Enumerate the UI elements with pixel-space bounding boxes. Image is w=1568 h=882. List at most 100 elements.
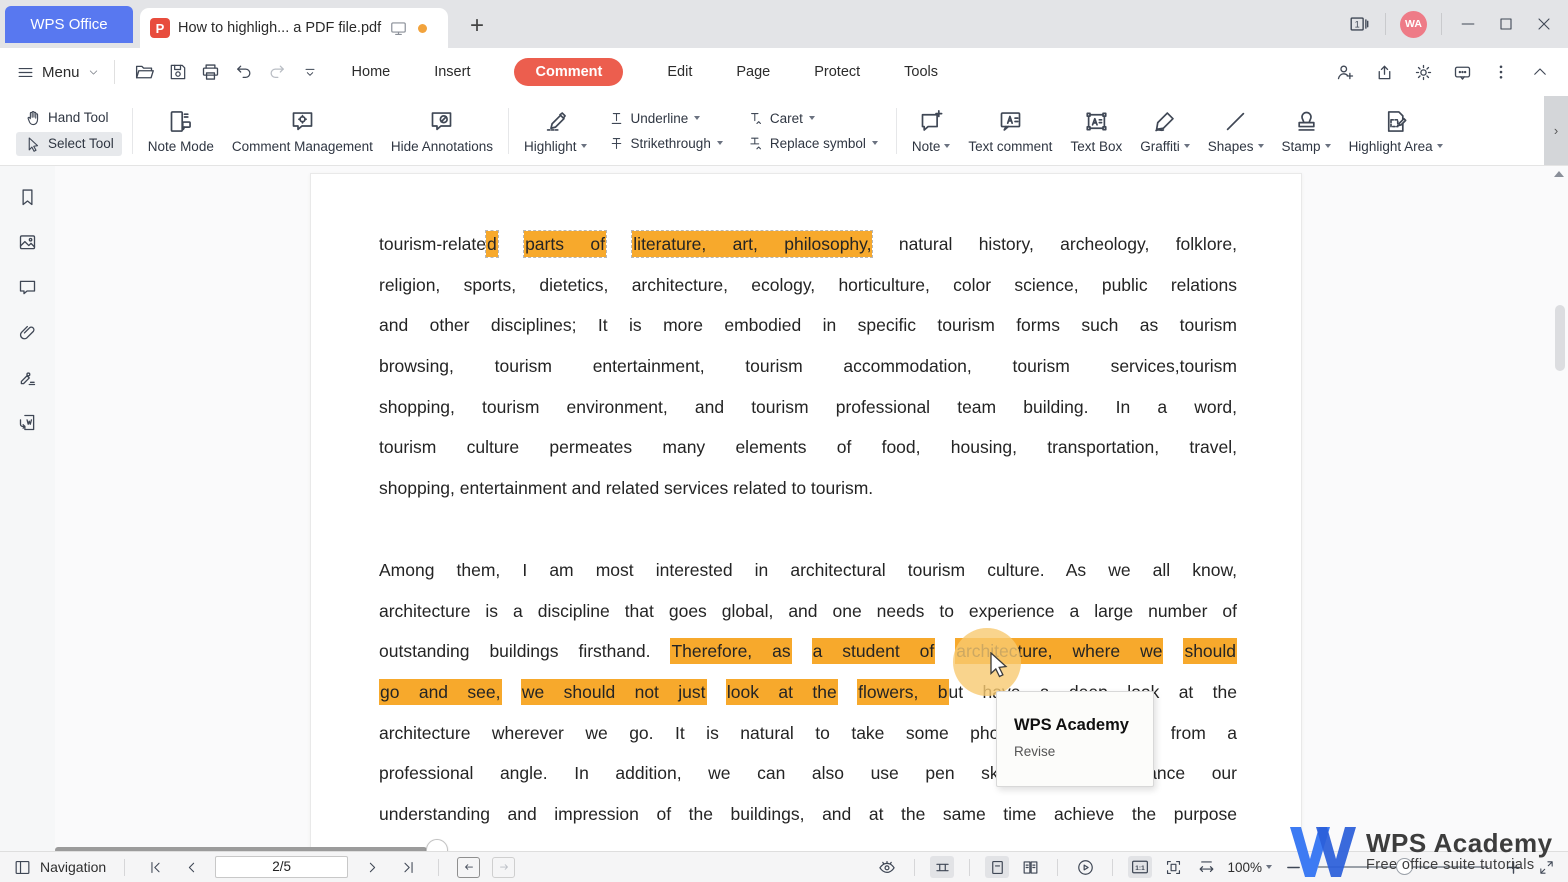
- strikethrough-icon: [611, 137, 621, 149]
- window-count-icon[interactable]: 1: [1347, 12, 1371, 36]
- more-kebab-icon[interactable]: [1489, 60, 1513, 84]
- last-page-button[interactable]: [396, 855, 420, 879]
- signature-panel-button[interactable]: [13, 362, 43, 392]
- menu-button[interactable]: Menu: [16, 63, 100, 82]
- highlight-annotation[interactable]: should: [1183, 638, 1237, 665]
- single-page-view-button[interactable]: [985, 856, 1010, 878]
- undo-button[interactable]: [232, 60, 256, 84]
- text-line: religion, sports, dietetics, architectur…: [379, 265, 1237, 306]
- tab-protect[interactable]: Protect: [814, 64, 860, 80]
- view-forward-button[interactable]: [492, 856, 516, 878]
- minimize-button[interactable]: [1456, 12, 1480, 36]
- scroll-up-arrow[interactable]: [1554, 171, 1564, 177]
- two-page-view-button[interactable]: [1018, 856, 1042, 878]
- fit-page-button[interactable]: [1161, 856, 1185, 878]
- graffiti-button[interactable]: Graffiti: [1131, 100, 1199, 162]
- highlight-annotation[interactable]: a student of: [811, 638, 936, 665]
- thumbnails-panel-button[interactable]: [13, 227, 43, 257]
- collapse-ribbon-icon[interactable]: [1528, 60, 1552, 84]
- note-mode-button[interactable]: Note Mode: [139, 100, 223, 162]
- zoom-slider[interactable]: [1318, 858, 1488, 875]
- caret-button[interactable]: Caret: [739, 107, 886, 130]
- scrollbar-knob[interactable]: [426, 839, 448, 851]
- fullscreen-button[interactable]: [1534, 856, 1558, 878]
- hide-annotations-button[interactable]: Hide Annotations: [382, 100, 502, 162]
- export-to-word-button[interactable]: [13, 407, 43, 437]
- comments-panel-button[interactable]: [13, 272, 43, 302]
- highlight-annotation[interactable]: flowers, b: [857, 678, 949, 705]
- first-page-button[interactable]: [143, 855, 167, 879]
- text-run: [606, 234, 632, 254]
- print-button[interactable]: [199, 60, 223, 84]
- highlight-annotation[interactable]: go and see,: [379, 678, 502, 705]
- hide-annotations-label: Hide Annotations: [390, 138, 493, 154]
- open-file-button[interactable]: [133, 60, 157, 84]
- zoom-in-button[interactable]: [1501, 856, 1525, 878]
- ribbon-overflow-button[interactable]: ›: [1544, 96, 1568, 165]
- highlight-annotation[interactable]: Therefore, as: [670, 638, 792, 665]
- highlight-annotation[interactable]: look at the: [725, 678, 838, 705]
- comment-management-button[interactable]: Comment Management: [223, 100, 382, 162]
- zoom-percent-dropdown[interactable]: 100%: [1227, 860, 1272, 875]
- next-page-button[interactable]: [360, 855, 384, 879]
- stamp-button[interactable]: Stamp: [1273, 100, 1340, 162]
- navigation-toggle-button[interactable]: [10, 855, 34, 879]
- select-tool-button[interactable]: Select Tool: [16, 131, 122, 156]
- unsaved-dot-icon: [418, 23, 428, 33]
- divider: [914, 858, 916, 876]
- feedback-chat-icon[interactable]: [1450, 60, 1474, 84]
- highlight-annotation[interactable]: literature, art, philosophy,: [631, 230, 874, 258]
- highlight-annotation[interactable]: architecture, where we: [955, 638, 1164, 665]
- share-user-button[interactable]: [1333, 60, 1357, 84]
- strikethrough-button[interactable]: Strikethrough: [600, 132, 731, 155]
- tab-home[interactable]: Home: [352, 64, 391, 80]
- note-button[interactable]: Note: [903, 100, 960, 162]
- underline-button[interactable]: Underline: [600, 107, 731, 130]
- close-button[interactable]: [1532, 12, 1556, 36]
- read-mode-button[interactable]: [875, 856, 899, 878]
- maximize-button[interactable]: [1494, 12, 1518, 36]
- avatar[interactable]: WA: [1400, 10, 1427, 38]
- status-bar: Navigation 2/5 1:1 100%: [0, 851, 1568, 882]
- customize-toolbar-button[interactable]: [298, 60, 322, 84]
- tab-edit[interactable]: Edit: [667, 64, 692, 80]
- share-export-icon[interactable]: [1372, 60, 1396, 84]
- highlight-area-button[interactable]: Highlight Area: [1340, 100, 1452, 162]
- new-tab-button[interactable]: +: [470, 12, 484, 40]
- highlight-annotation[interactable]: d: [485, 230, 499, 258]
- tab-insert[interactable]: Insert: [434, 64, 470, 80]
- actual-size-button[interactable]: 1:1: [1128, 856, 1153, 878]
- hand-tool-button[interactable]: Hand Tool: [16, 106, 122, 130]
- view-back-button[interactable]: [457, 856, 481, 878]
- dropdown-caret-icon: [1436, 144, 1443, 148]
- document-tab[interactable]: P How to highligh... a PDF file.pdf: [140, 8, 448, 48]
- zoom-out-button[interactable]: [1281, 856, 1305, 878]
- bookmarks-panel-button[interactable]: [13, 182, 43, 212]
- plus-icon: [1506, 860, 1520, 874]
- shapes-button[interactable]: Shapes: [1199, 100, 1273, 162]
- settings-gear-icon[interactable]: [1411, 60, 1435, 84]
- save-button[interactable]: [166, 60, 190, 84]
- highlight-button[interactable]: Highlight: [515, 100, 596, 162]
- text-box-button[interactable]: Text Box: [1061, 100, 1131, 162]
- page-indicator-input[interactable]: 2/5: [215, 856, 349, 878]
- tab-page[interactable]: Page: [736, 64, 770, 80]
- redo-button[interactable]: [265, 60, 289, 84]
- highlight-annotation[interactable]: we should not just: [520, 678, 707, 705]
- zoom-slider-knob[interactable]: [1396, 858, 1413, 875]
- continuous-scroll-button[interactable]: [930, 856, 955, 878]
- highlight-annotation[interactable]: parts of: [523, 230, 607, 258]
- horizontal-scrollbar[interactable]: [55, 839, 475, 851]
- tab-tools[interactable]: Tools: [904, 64, 938, 80]
- text-comment-button[interactable]: Text comment: [959, 100, 1061, 162]
- replace-symbol-button[interactable]: Replace symbol: [739, 132, 886, 155]
- vertical-scrollbar-thumb[interactable]: [1555, 305, 1565, 371]
- wps-office-button[interactable]: WPS Office: [5, 5, 133, 43]
- previous-page-button[interactable]: [179, 855, 203, 879]
- attachments-panel-button[interactable]: [13, 317, 43, 347]
- fit-width-button[interactable]: [1194, 856, 1218, 878]
- tab-comment-active[interactable]: Comment: [514, 58, 624, 86]
- text-run: shopping, tourism environment, and touri…: [379, 396, 1237, 417]
- text-run: [1163, 641, 1183, 661]
- autoplay-button[interactable]: [1073, 856, 1097, 878]
